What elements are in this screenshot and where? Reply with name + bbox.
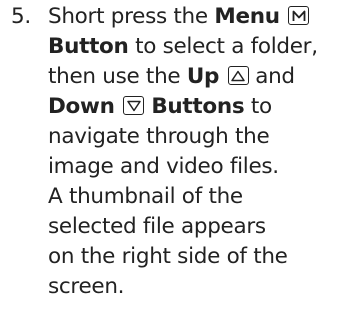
menu-m-icon bbox=[288, 6, 310, 25]
up-triangle-icon bbox=[227, 66, 249, 85]
text-segment: then use the bbox=[48, 64, 187, 89]
text-line-10: screen. bbox=[48, 274, 125, 299]
text-line-6: image and video files. bbox=[48, 154, 279, 179]
text-segment: to select a folder, bbox=[128, 34, 318, 59]
buttons-label: Buttons bbox=[144, 94, 245, 119]
text-line-4: Down Buttons to bbox=[48, 92, 338, 122]
text-line-2: Button to select a folder, bbox=[48, 32, 338, 62]
text-line-3: then use the Up and bbox=[48, 62, 338, 92]
button-label: Button bbox=[48, 34, 129, 59]
step-text: Short press the Menu Button to select a … bbox=[48, 2, 338, 302]
up-button-label: Up bbox=[186, 64, 220, 89]
step-number: 5. bbox=[11, 4, 31, 29]
down-triangle-icon bbox=[123, 96, 145, 115]
menu-button-label: Menu bbox=[214, 4, 280, 29]
text-line-5: navigate through the bbox=[48, 124, 270, 149]
text-line-1: Short press the Menu bbox=[48, 2, 338, 32]
down-button-label: Down bbox=[48, 94, 115, 119]
text-line-9: on the right side of the bbox=[48, 244, 288, 269]
text-segment: to bbox=[244, 94, 272, 119]
text-segment: Short press the bbox=[48, 4, 215, 29]
instruction-step: 5. Short press the Menu Button to select… bbox=[0, 0, 339, 309]
text-line-8: selected file appears bbox=[48, 214, 266, 239]
text-segment: and bbox=[248, 64, 295, 89]
text-line-7: A thumbnail of the bbox=[48, 184, 243, 209]
